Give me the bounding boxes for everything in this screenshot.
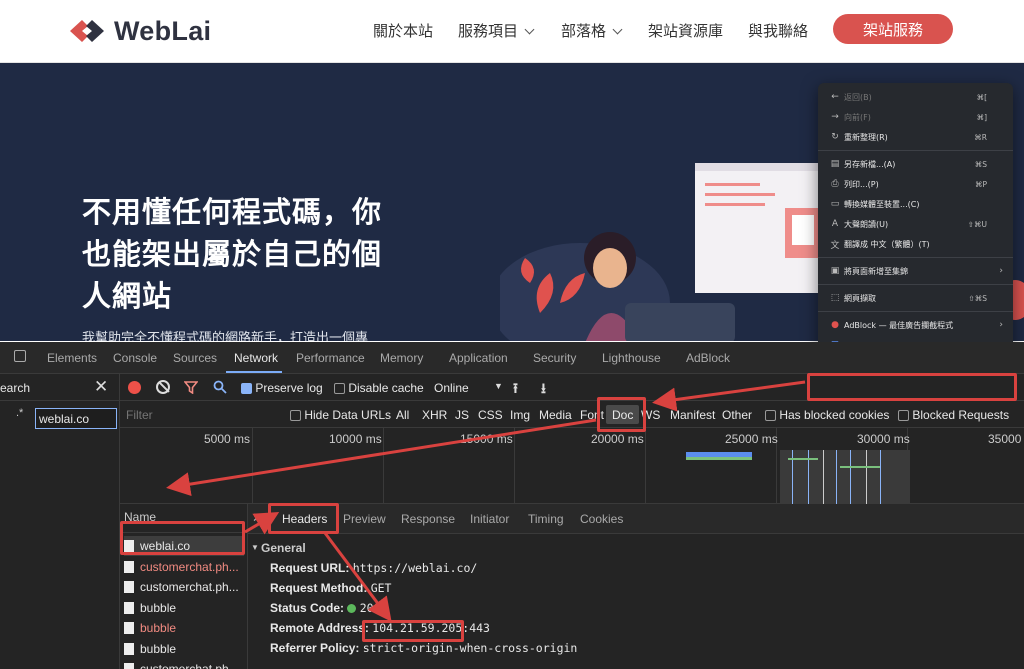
arrow-to-weblai (166, 418, 597, 497)
arrow-to-doc (652, 380, 806, 412)
arrow-to-headers (244, 511, 280, 535)
arrow-to-ip (323, 532, 392, 622)
annotation-arrows (166, 380, 806, 622)
